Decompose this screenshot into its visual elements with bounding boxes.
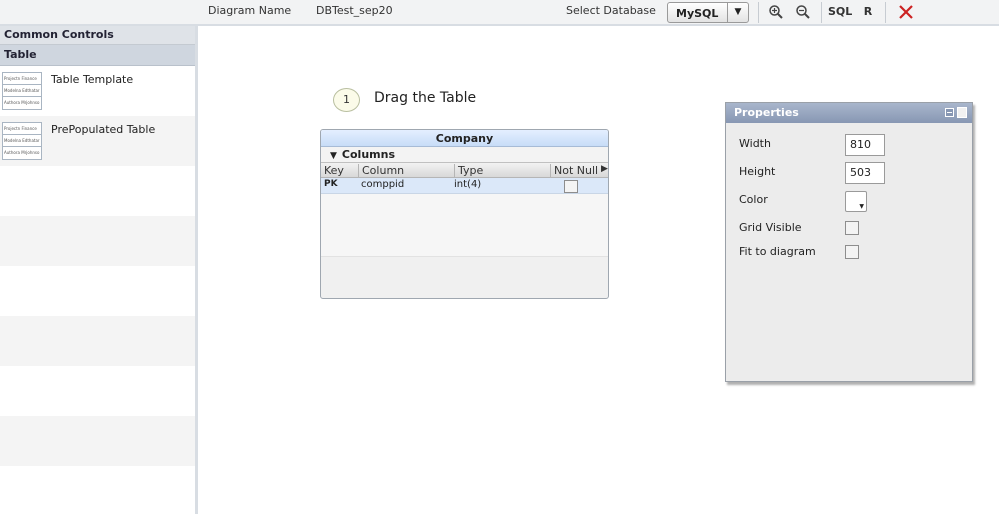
toolbar-divider <box>758 2 759 23</box>
width-input[interactable]: 810 <box>845 134 885 156</box>
zoom-out-button[interactable] <box>792 2 814 22</box>
color-picker[interactable]: ▼ <box>845 191 867 212</box>
toolbar-divider <box>821 2 822 23</box>
row-key: PK <box>324 179 338 189</box>
thumb-row: Authora Mrjohnso <box>4 100 40 105</box>
color-label: Color <box>739 193 768 206</box>
column-header-column[interactable]: Column <box>358 164 404 178</box>
control-item-label: Table Template <box>51 73 134 86</box>
minimize-icon[interactable] <box>945 108 954 117</box>
table-entity-company[interactable]: Company ▼ Columns Key Column Type Not Nul… <box>320 129 609 299</box>
thumb-row: Projectn Finance <box>3 73 41 85</box>
top-toolbar: Diagram Name DBTest_sep20 Select Databas… <box>0 0 999 26</box>
step-instruction: Drag the Table <box>374 90 477 106</box>
empty-list-row <box>0 316 195 366</box>
table-thumbnail-icon: Projectn Finance Modelna Edthatar Author… <box>2 72 42 110</box>
chevron-down-icon: ▼ <box>859 203 864 210</box>
fit-to-diagram-checkbox[interactable] <box>845 245 859 259</box>
properties-title: Properties <box>734 106 799 119</box>
columns-section-toggle[interactable]: ▼ Columns <box>321 147 608 162</box>
empty-list-row <box>0 266 195 316</box>
table-row[interactable]: PK comppid int(4) <box>321 178 608 194</box>
triangle-down-icon: ▼ <box>330 151 337 161</box>
controls-panel: Common Controls Table Projectn Finance M… <box>0 26 198 514</box>
scroll-right-icon[interactable]: ▶ <box>598 164 608 178</box>
thumb-row: Authora Mrjohnso <box>4 150 40 155</box>
width-label: Width <box>739 137 771 150</box>
table-entity-title[interactable]: Company <box>321 130 608 147</box>
grid-visible-checkbox[interactable] <box>845 221 859 235</box>
thumb-row: Modelna Edthatar <box>3 135 41 147</box>
empty-list-row <box>0 166 195 216</box>
control-item-prepopulated-table[interactable]: Projectn Finance Modelna Edthatar Author… <box>0 116 195 166</box>
sql-button[interactable]: SQL <box>828 2 852 22</box>
empty-list-row <box>0 416 195 466</box>
height-input[interactable]: 503 <box>845 162 885 184</box>
diagram-name-value[interactable]: DBTest_sep20 <box>316 4 393 17</box>
control-item-label: PrePopulated Table <box>51 123 156 136</box>
chevron-down-icon[interactable]: ▼ <box>727 3 748 22</box>
not-null-checkbox[interactable] <box>564 180 578 193</box>
column-header-type[interactable]: Type <box>454 164 483 178</box>
database-selected-value: MySQL <box>676 7 719 20</box>
select-database-label: Select Database <box>566 4 656 17</box>
table-thumbnail-icon: Projectn Finance Modelna Edthatar Author… <box>2 122 42 160</box>
empty-list-row <box>0 366 195 416</box>
properties-panel: Properties Width 810 Height 503 Color ▼ … <box>725 102 973 382</box>
columns-section-label: Columns <box>341 148 395 161</box>
maximize-icon[interactable] <box>957 107 967 118</box>
control-item-table-template[interactable]: Projectn Finance Modelna Edthatar Author… <box>0 66 195 116</box>
fit-to-diagram-label: Fit to diagram <box>739 245 816 258</box>
grid-visible-label: Grid Visible <box>739 221 802 234</box>
columns-header-row: Key Column Type Not Null ▶ <box>321 162 608 178</box>
step-number-badge: 1 <box>333 88 360 112</box>
column-header-key[interactable]: Key <box>321 164 344 178</box>
zoom-in-button[interactable] <box>765 2 787 22</box>
column-header-not-null[interactable]: Not Null <box>550 164 598 178</box>
thumb-row: Projectn Finance <box>3 123 41 135</box>
thumb-row: Modelna Edthatar <box>3 85 41 97</box>
zoom-in-icon <box>769 5 783 19</box>
height-label: Height <box>739 165 776 178</box>
row-column-name[interactable]: comppid <box>361 179 404 190</box>
diagram-name-label: Diagram Name <box>208 4 292 17</box>
toolbar-divider <box>885 2 886 23</box>
zoom-out-icon <box>796 5 810 19</box>
table-section-header[interactable]: Table <box>0 45 195 66</box>
table-entity-body <box>321 194 608 257</box>
empty-list-row <box>0 216 195 266</box>
database-select[interactable]: MySQL ▼ <box>667 2 749 23</box>
close-icon <box>899 5 913 19</box>
close-button[interactable] <box>896 2 916 22</box>
row-column-type[interactable]: int(4) <box>454 179 481 190</box>
r-button[interactable]: R <box>860 2 876 22</box>
properties-title-bar[interactable]: Properties <box>726 103 972 123</box>
common-controls-header[interactable]: Common Controls <box>0 26 195 45</box>
